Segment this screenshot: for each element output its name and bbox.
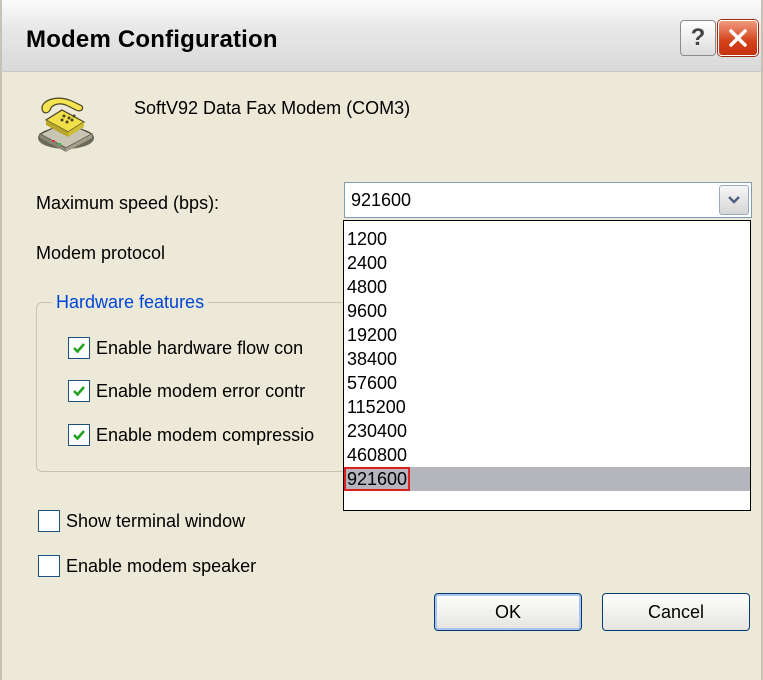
checkmark-icon xyxy=(73,343,85,354)
speed-option[interactable]: 9600 xyxy=(344,299,750,323)
enable-modem-speaker-checkbox[interactable]: Enable modem speaker xyxy=(38,555,256,577)
speed-option-label: 115200 xyxy=(347,397,406,417)
close-icon xyxy=(729,29,747,47)
enable-modem-speaker-label: Enable modem speaker xyxy=(66,555,257,576)
hardware-flow-control-checkbox[interactable]: Enable hardware flow con xyxy=(68,337,342,359)
speed-option-label: 2400 xyxy=(347,253,388,273)
hardware-flow-control-label: Enable hardware flow con xyxy=(96,337,304,358)
speed-option-label: 460800 xyxy=(347,445,408,465)
checkbox-box[interactable] xyxy=(38,510,60,532)
speed-option[interactable]: 1200 xyxy=(344,227,750,251)
speed-option[interactable]: 38400 xyxy=(344,347,750,371)
checkmark-icon xyxy=(73,386,85,397)
speed-option[interactable]: 19200 xyxy=(344,323,750,347)
modem-configuration-dialog: Modem Configuration ? SoftV92 Data Fax M… xyxy=(0,0,763,680)
cancel-button[interactable]: Cancel xyxy=(602,593,750,631)
speed-option[interactable]: 460800 xyxy=(344,443,750,467)
speed-option-label: 38400 xyxy=(347,349,398,369)
dropdown-arrow-button[interactable] xyxy=(719,185,749,215)
show-terminal-window-checkbox[interactable]: Show terminal window xyxy=(38,510,245,532)
close-button[interactable] xyxy=(718,20,758,56)
modem-compression-checkbox[interactable]: Enable modem compressio xyxy=(68,424,342,446)
speed-option-label: 921600 xyxy=(344,467,411,491)
dialog-title: Modem Configuration xyxy=(26,26,278,53)
modem-error-control-checkbox[interactable]: Enable modem error contr xyxy=(68,380,342,402)
checkbox-box[interactable] xyxy=(68,424,90,446)
chevron-down-icon xyxy=(728,196,740,204)
speed-option[interactable]: 115200 xyxy=(344,395,750,419)
speed-option-label: 9600 xyxy=(347,301,388,321)
checkbox-box[interactable] xyxy=(68,380,90,402)
hardware-features-title: Hardware features xyxy=(52,292,209,313)
device-name: SoftV92 Data Fax Modem (COM3) xyxy=(134,98,411,118)
speed-option[interactable]: 2400 xyxy=(344,251,750,275)
speed-option[interactable]: 4800 xyxy=(344,275,750,299)
max-speed-dropdown[interactable]: 921600 xyxy=(344,182,752,218)
max-speed-value: 921600 xyxy=(351,190,412,210)
telephone-modem-icon xyxy=(38,97,94,152)
checkmark-icon xyxy=(73,430,85,441)
title-bar[interactable]: Modem Configuration ? xyxy=(2,0,761,72)
modem-protocol-label: Modem protocol xyxy=(36,243,166,263)
modem-error-control-label: Enable modem error contr xyxy=(96,380,306,401)
speed-option[interactable]: 57600 xyxy=(344,371,750,395)
checkbox-box[interactable] xyxy=(68,337,90,359)
max-speed-options-list[interactable]: 1200 2400 4800 9600 19200 38400 57600 115200 230… xyxy=(343,220,751,511)
help-button[interactable]: ? xyxy=(680,20,716,56)
modem-compression-label: Enable modem compressio xyxy=(96,424,315,445)
speed-option-label: 19200 xyxy=(347,325,398,345)
speed-option[interactable]: 921600 xyxy=(344,467,750,491)
max-speed-label: Maximum speed (bps): xyxy=(36,193,220,213)
ok-button[interactable]: OK xyxy=(434,593,582,631)
speed-option[interactable]: 230400 xyxy=(344,419,750,443)
checkbox-box[interactable] xyxy=(38,555,60,577)
speed-option-label: 57600 xyxy=(347,373,398,393)
show-terminal-window-label: Show terminal window xyxy=(66,510,246,531)
speed-option-label: 1200 xyxy=(347,229,388,249)
speed-option-label: 4800 xyxy=(347,277,388,297)
speed-option-label: 230400 xyxy=(347,421,408,441)
